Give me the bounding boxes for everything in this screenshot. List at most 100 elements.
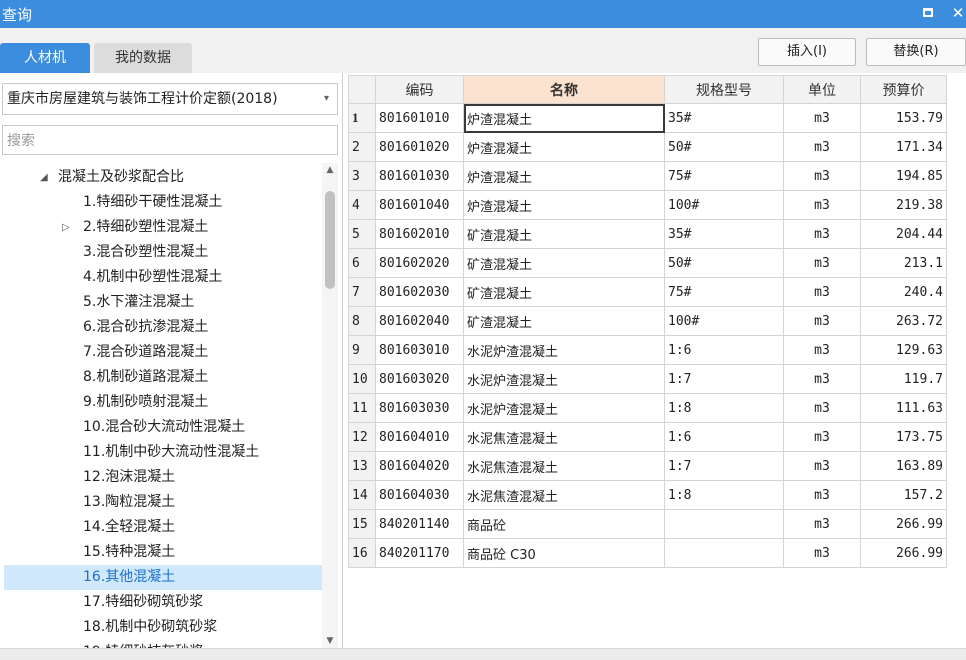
name-cell[interactable]: 水泥炉渣混凝土 (463, 364, 665, 394)
tree-item[interactable]: ◢ 混凝土及砂浆配合比 (0, 165, 322, 190)
code-cell[interactable]: 801602040 (375, 306, 464, 336)
price-cell[interactable]: 219.38 (860, 190, 947, 220)
code-cell[interactable]: 801601030 (375, 161, 464, 191)
price-cell[interactable]: 157.2 (860, 480, 947, 510)
table-row[interactable]: 14 801604030 水泥焦渣混凝土 1:8 m3 157.2 (348, 480, 947, 510)
price-cell[interactable]: 111.63 (860, 393, 947, 423)
row-index-cell[interactable]: 14 (348, 480, 376, 510)
tree-item[interactable]: 7.混合砂道路混凝土 (0, 340, 322, 365)
name-cell[interactable]: 水泥炉渣混凝土 (463, 393, 665, 423)
unit-cell[interactable]: m3 (783, 190, 861, 220)
spec-cell[interactable]: 50# (664, 132, 784, 162)
row-index-cell[interactable]: 6 (348, 248, 376, 278)
tree-item[interactable]: 17.特细砂砌筑砂浆 (0, 590, 322, 615)
price-cell[interactable]: 171.34 (860, 132, 947, 162)
tree-item[interactable]: 10.混合砂大流动性混凝土 (0, 415, 322, 440)
unit-cell[interactable]: m3 (783, 248, 861, 278)
price-cell[interactable]: 240.4 (860, 277, 947, 307)
code-cell[interactable]: 801603020 (375, 364, 464, 394)
row-index-cell[interactable]: 8 (348, 306, 376, 336)
row-index-cell[interactable]: 7 (348, 277, 376, 307)
tree-item[interactable]: ▷ 2.特细砂塑性混凝土 (0, 215, 322, 240)
name-cell[interactable]: 炉渣混凝土 (463, 190, 665, 220)
tree-item[interactable]: 9.机制砂喷射混凝土 (0, 390, 322, 415)
code-cell[interactable]: 840201170 (375, 538, 464, 568)
insert-button[interactable]: 插入(I) (758, 38, 856, 66)
price-cell[interactable]: 266.99 (860, 509, 947, 539)
name-cell[interactable]: 矿渣混凝土 (463, 277, 665, 307)
tree-item[interactable]: 3.混合砂塑性混凝土 (0, 240, 322, 265)
unit-cell[interactable]: m3 (783, 132, 861, 162)
spec-cell[interactable]: 35# (664, 103, 784, 133)
row-index-cell[interactable]: 1 (348, 103, 376, 133)
tree-item[interactable]: 4.机制中砂塑性混凝土 (0, 265, 322, 290)
unit-cell[interactable]: m3 (783, 306, 861, 336)
unit-cell[interactable]: m3 (783, 219, 861, 249)
name-cell[interactable]: 炉渣混凝土 (463, 161, 665, 191)
tree-item[interactable]: 6.混合砂抗渗混凝土 (0, 315, 322, 340)
tree-item[interactable]: 15.特种混凝土 (0, 540, 322, 565)
col-header-code[interactable]: 编码 (375, 75, 464, 104)
row-index-cell[interactable]: 5 (348, 219, 376, 249)
tree-item[interactable]: 16.其他混凝土 (4, 565, 322, 590)
code-cell[interactable]: 801601040 (375, 190, 464, 220)
code-cell[interactable]: 801603010 (375, 335, 464, 365)
collapse-arrow-icon[interactable]: ◢ (40, 165, 48, 190)
price-cell[interactable]: 263.72 (860, 306, 947, 336)
unit-cell[interactable]: m3 (783, 538, 861, 568)
table-row[interactable]: 2 801601020 炉渣混凝土 50# m3 171.34 (348, 132, 947, 162)
tree-item[interactable]: 14.全轻混凝土 (0, 515, 322, 540)
replace-button[interactable]: 替换(R) (866, 38, 966, 66)
unit-cell[interactable]: m3 (783, 509, 861, 539)
price-cell[interactable]: 213.1 (860, 248, 947, 278)
spec-cell[interactable]: 50# (664, 248, 784, 278)
name-cell[interactable]: 水泥焦渣混凝土 (463, 451, 665, 481)
quota-library-select[interactable]: 重庆市房屋建筑与装饰工程计价定额(2018) ▾ (2, 83, 338, 115)
name-cell[interactable]: 水泥焦渣混凝土 (463, 480, 665, 510)
unit-cell[interactable]: m3 (783, 480, 861, 510)
table-row[interactable]: 10 801603020 水泥炉渣混凝土 1:7 m3 119.7 (348, 364, 947, 394)
spec-cell[interactable]: 100# (664, 190, 784, 220)
spec-cell[interactable]: 1:7 (664, 451, 784, 481)
scroll-thumb[interactable] (325, 191, 335, 289)
spec-cell[interactable]: 1:6 (664, 335, 784, 365)
code-cell[interactable]: 801604020 (375, 451, 464, 481)
unit-cell[interactable]: m3 (783, 451, 861, 481)
price-cell[interactable]: 204.44 (860, 219, 947, 249)
tree-item[interactable]: 13.陶粒混凝土 (0, 490, 322, 515)
spec-cell[interactable] (664, 509, 784, 539)
code-cell[interactable]: 801602030 (375, 277, 464, 307)
unit-cell[interactable]: m3 (783, 364, 861, 394)
price-cell[interactable]: 129.63 (860, 335, 947, 365)
name-cell[interactable]: 矿渣混凝土 (463, 306, 665, 336)
name-cell[interactable]: 商品砼 C30 (463, 538, 665, 568)
row-index-cell[interactable]: 11 (348, 393, 376, 423)
row-index-cell[interactable]: 9 (348, 335, 376, 365)
tab-material[interactable]: 人材机 (0, 43, 90, 73)
price-cell[interactable]: 194.85 (860, 161, 947, 191)
tree-item[interactable]: 12.泡沫混凝土 (0, 465, 322, 490)
price-cell[interactable]: 119.7 (860, 364, 947, 394)
col-header-unit[interactable]: 单位 (783, 75, 861, 104)
unit-cell[interactable]: m3 (783, 393, 861, 423)
tree-item[interactable]: 8.机制砂道路混凝土 (0, 365, 322, 390)
col-header-name[interactable]: 名称 (463, 75, 665, 104)
row-index-cell[interactable]: 16 (348, 538, 376, 568)
code-cell[interactable]: 840201140 (375, 509, 464, 539)
table-row[interactable]: 4 801601040 炉渣混凝土 100# m3 219.38 (348, 190, 947, 220)
unit-cell[interactable]: m3 (783, 103, 861, 133)
price-cell[interactable]: 163.89 (860, 451, 947, 481)
row-index-cell[interactable]: 15 (348, 509, 376, 539)
table-row[interactable]: 12 801604010 水泥焦渣混凝土 1:6 m3 173.75 (348, 422, 947, 452)
row-index-cell[interactable]: 12 (348, 422, 376, 452)
spec-cell[interactable]: 1:6 (664, 422, 784, 452)
table-row[interactable]: 7 801602030 矿渣混凝土 75# m3 240.4 (348, 277, 947, 307)
spec-cell[interactable]: 75# (664, 277, 784, 307)
search-input[interactable] (2, 125, 338, 155)
tree-item[interactable]: 5.水下灌注混凝土 (0, 290, 322, 315)
table-row[interactable]: 6 801602020 矿渣混凝土 50# m3 213.1 (348, 248, 947, 278)
col-header-price[interactable]: 预算价 (860, 75, 947, 104)
table-row[interactable]: 16 840201170 商品砼 C30 m3 266.99 (348, 538, 947, 568)
name-cell[interactable]: 水泥焦渣混凝土 (463, 422, 665, 452)
spec-cell[interactable]: 1:8 (664, 480, 784, 510)
